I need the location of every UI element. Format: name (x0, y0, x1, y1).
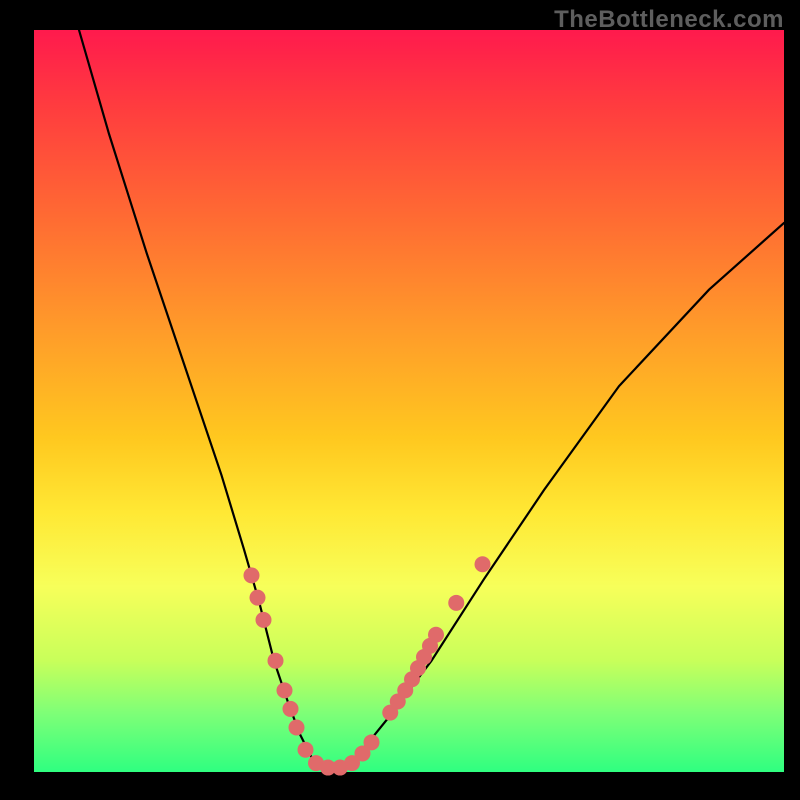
curve-marker (250, 590, 266, 606)
curve-marker (364, 734, 380, 750)
curve-marker (428, 627, 444, 643)
curve-marker (298, 742, 314, 758)
chart-frame: TheBottleneck.com (0, 0, 800, 800)
curve-marker (277, 682, 293, 698)
curve-marker (268, 653, 284, 669)
curve-marker (256, 612, 272, 628)
curve-marker (283, 701, 299, 717)
chart-overlay (34, 30, 784, 772)
marker-group (244, 556, 491, 775)
curve-marker (448, 595, 464, 611)
curve-marker (244, 567, 260, 583)
curve-marker (475, 556, 491, 572)
curve-marker (289, 719, 305, 735)
watermark-text: TheBottleneck.com (554, 6, 784, 34)
